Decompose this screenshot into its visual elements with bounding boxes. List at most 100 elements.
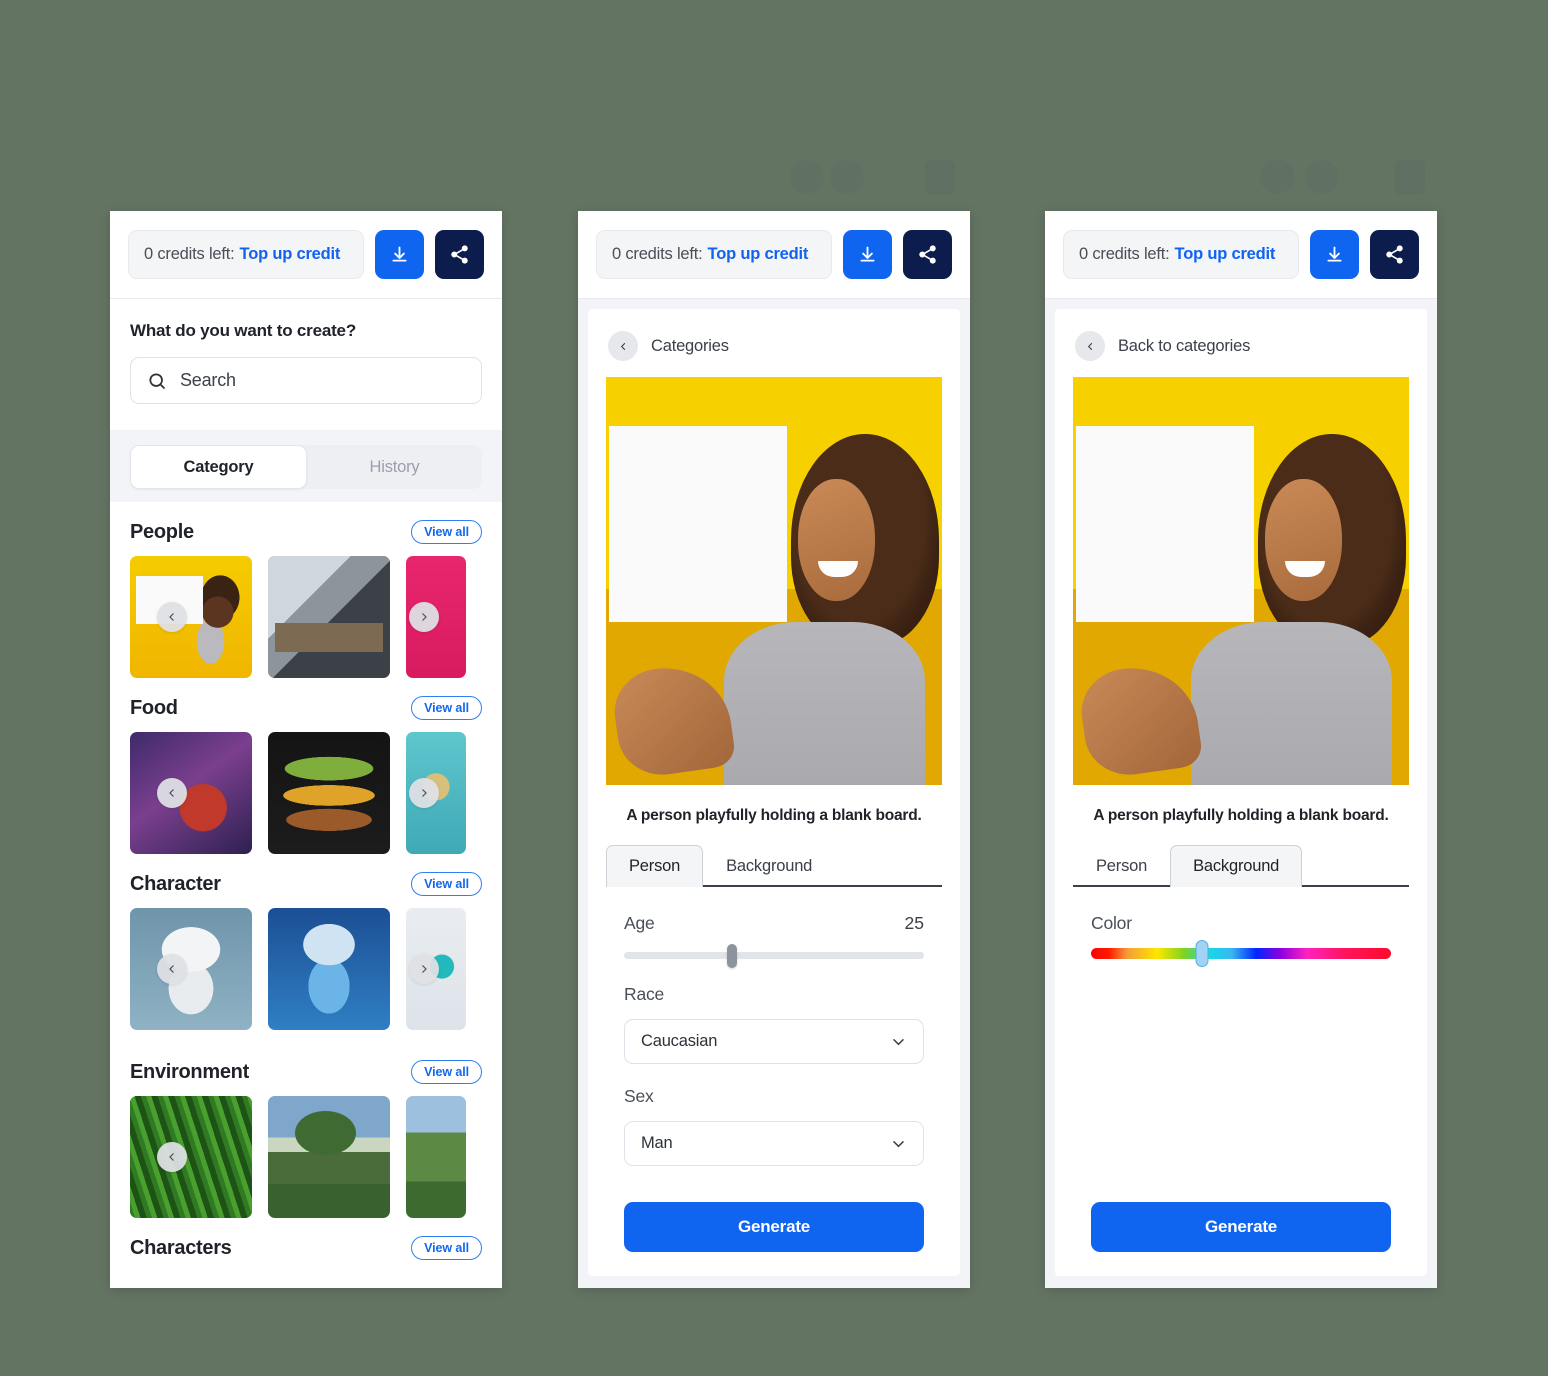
carousel-next-button[interactable] [409, 954, 439, 984]
tab-history[interactable]: History [307, 445, 482, 489]
category-list[interactable]: People View all Food View all Character … [110, 502, 502, 1288]
generate-button[interactable]: Generate [1091, 1202, 1391, 1252]
slider-rail [624, 952, 924, 959]
generate-wrap: Generate [606, 1202, 942, 1258]
preview-shirt [1190, 621, 1393, 785]
sex-value: Man [641, 1134, 673, 1152]
credits-pill[interactable]: 0 credits left: Top up credit [596, 230, 832, 279]
carousel-environment[interactable] [110, 1096, 502, 1218]
tab-background[interactable]: Background [1170, 845, 1303, 888]
share-button[interactable] [435, 230, 484, 279]
preview-face [797, 479, 875, 602]
category-header-character: Character View all [110, 854, 502, 908]
view-all-button[interactable]: View all [411, 872, 482, 896]
chevron-right-icon [422, 965, 427, 973]
download-button[interactable] [843, 230, 892, 279]
person-fields: Age 25 Race Caucasian Sex Man [606, 887, 942, 1202]
race-select[interactable]: Caucasian [624, 1019, 924, 1064]
carousel-people[interactable] [110, 556, 502, 678]
back-button[interactable] [608, 331, 638, 361]
chevron-right-icon [422, 789, 427, 797]
credits-pill[interactable]: 0 credits left: Top up credit [1063, 230, 1299, 279]
slider-thumb[interactable] [727, 944, 737, 968]
thumbnail[interactable] [130, 556, 252, 678]
ghost-icon [790, 160, 824, 194]
top-bar: 0 credits left: Top up credit [578, 211, 970, 299]
category-title: Character [130, 872, 221, 895]
carousel-character[interactable] [110, 908, 502, 1030]
tab-category[interactable]: Category [130, 445, 307, 489]
color-slider[interactable] [1091, 940, 1391, 967]
carousel-next-button[interactable] [409, 778, 439, 808]
share-icon [919, 245, 936, 264]
thumbnail[interactable] [268, 556, 390, 678]
breadcrumb-label[interactable]: Categories [651, 337, 729, 356]
detail-card: Back to categories A person playfully ho… [1055, 309, 1427, 1276]
carousel-next-button[interactable] [409, 602, 439, 632]
tab-person[interactable]: Person [1073, 845, 1170, 887]
download-button[interactable] [1310, 230, 1359, 279]
sex-label: Sex [624, 1086, 654, 1106]
chevron-left-icon [169, 789, 174, 797]
ghost-icon [925, 160, 955, 194]
field-color: Color [1073, 913, 1409, 967]
carousel-prev-button[interactable] [157, 602, 187, 632]
thumbnail[interactable] [406, 1096, 466, 1218]
ghost-icon [1395, 160, 1425, 194]
credits-pill[interactable]: 0 credits left: Top up credit [128, 230, 364, 279]
ghost-artifacts [0, 160, 1548, 200]
slider-thumb[interactable] [1195, 940, 1209, 967]
carousel-prev-button[interactable] [157, 1142, 187, 1172]
thumbnail[interactable] [130, 908, 252, 1030]
preview-image [1073, 377, 1409, 785]
view-all-button[interactable]: View all [411, 696, 482, 720]
detail-body: Back to categories A person playfully ho… [1045, 299, 1437, 1288]
share-icon [451, 245, 468, 264]
top-up-credit-link[interactable]: Top up credit [240, 245, 341, 264]
breadcrumb: Back to categories [1073, 309, 1409, 377]
age-slider[interactable] [624, 944, 924, 968]
download-icon [860, 246, 875, 262]
carousel-prev-button[interactable] [157, 954, 187, 984]
category-history-tabs: Category History [130, 445, 482, 489]
category-header-people: People View all [110, 502, 502, 556]
preview-board [1076, 425, 1255, 622]
tab-background[interactable]: Background [703, 845, 835, 887]
chevron-left-icon [169, 965, 174, 973]
category-header-food: Food View all [110, 678, 502, 732]
thumbnail[interactable] [268, 732, 390, 854]
view-all-button[interactable]: View all [411, 1236, 482, 1260]
chevron-left-icon [169, 613, 174, 621]
back-button[interactable] [1075, 331, 1105, 361]
credits-text: 0 credits left: [1079, 245, 1170, 263]
sex-select[interactable]: Man [624, 1121, 924, 1166]
background-fields: Color [1073, 887, 1409, 1202]
field-race: Race Caucasian [606, 984, 942, 1064]
breadcrumb-label[interactable]: Back to categories [1118, 337, 1250, 356]
share-button[interactable] [903, 230, 952, 279]
view-all-button[interactable]: View all [411, 1060, 482, 1084]
view-all-button[interactable]: View all [411, 520, 482, 544]
thumbnail[interactable] [130, 1096, 252, 1218]
generate-button[interactable]: Generate [624, 1202, 924, 1252]
top-up-credit-link[interactable]: Top up credit [708, 245, 809, 264]
download-button[interactable] [375, 230, 424, 279]
thumbnail[interactable] [130, 732, 252, 854]
create-question: What do you want to create? [130, 321, 357, 340]
top-bar: 0 credits left: Top up credit [1045, 211, 1437, 299]
thumbnail[interactable] [268, 1096, 390, 1218]
preview-caption: A person playfully holding a blank board… [626, 807, 922, 824]
carousel-food[interactable] [110, 732, 502, 854]
top-up-credit-link[interactable]: Top up credit [1175, 245, 1276, 264]
tab-person[interactable]: Person [606, 845, 704, 888]
chevron-left-icon [620, 342, 625, 350]
generate-wrap: Generate [1073, 1202, 1409, 1258]
share-button[interactable] [1370, 230, 1419, 279]
thumbnail[interactable] [268, 908, 390, 1030]
carousel-prev-button[interactable] [157, 778, 187, 808]
detail-card: Categories A person playfully holding a … [588, 309, 960, 1276]
race-label: Race [624, 984, 665, 1004]
credits-text: 0 credits left: [144, 245, 235, 263]
person-background-tabs: Person Background [606, 843, 942, 888]
search-input[interactable]: Search [130, 357, 482, 404]
